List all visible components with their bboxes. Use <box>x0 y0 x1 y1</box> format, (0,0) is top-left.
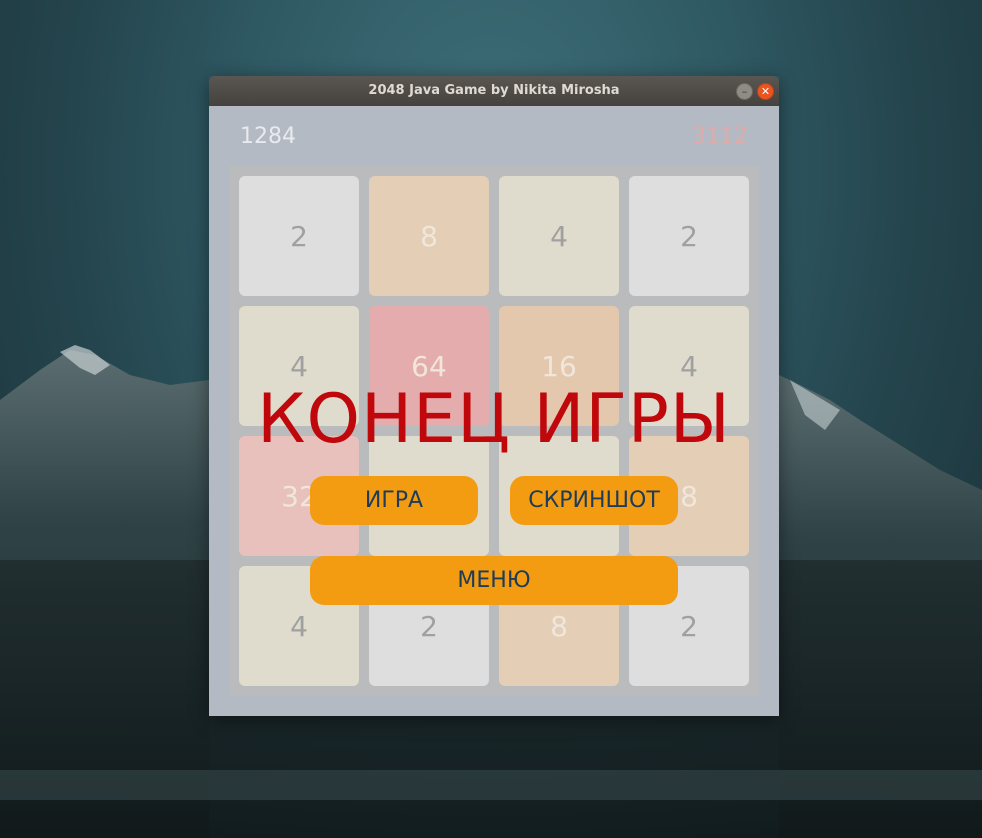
close-icon[interactable]: ✕ <box>757 83 774 100</box>
tile: 8 <box>369 176 489 296</box>
tile: 4 <box>499 176 619 296</box>
game-window: 2048 Java Game by Nikita Mirosha – ✕ 128… <box>209 76 779 716</box>
new-game-button[interactable]: ИГРА <box>310 476 478 525</box>
window-title: 2048 Java Game by Nikita Mirosha <box>368 83 620 98</box>
game-panel: 1284 3112 2 8 4 2 4 64 16 4 32 8 4 2 8 2 КОНЕЦ ИГРЫ И… <box>209 106 779 716</box>
menu-button[interactable]: МЕНЮ <box>310 556 678 605</box>
screenshot-button[interactable]: СКРИНШОТ <box>510 476 678 525</box>
tile: 2 <box>239 176 359 296</box>
game-over-title: КОНЕЦ ИГРЫ <box>257 380 731 459</box>
best-score: 3112 <box>692 124 748 149</box>
minimize-icon[interactable]: – <box>736 83 753 100</box>
current-score: 1284 <box>240 124 296 149</box>
title-bar[interactable]: 2048 Java Game by Nikita Mirosha – ✕ <box>209 76 779 106</box>
tile: 2 <box>629 176 749 296</box>
